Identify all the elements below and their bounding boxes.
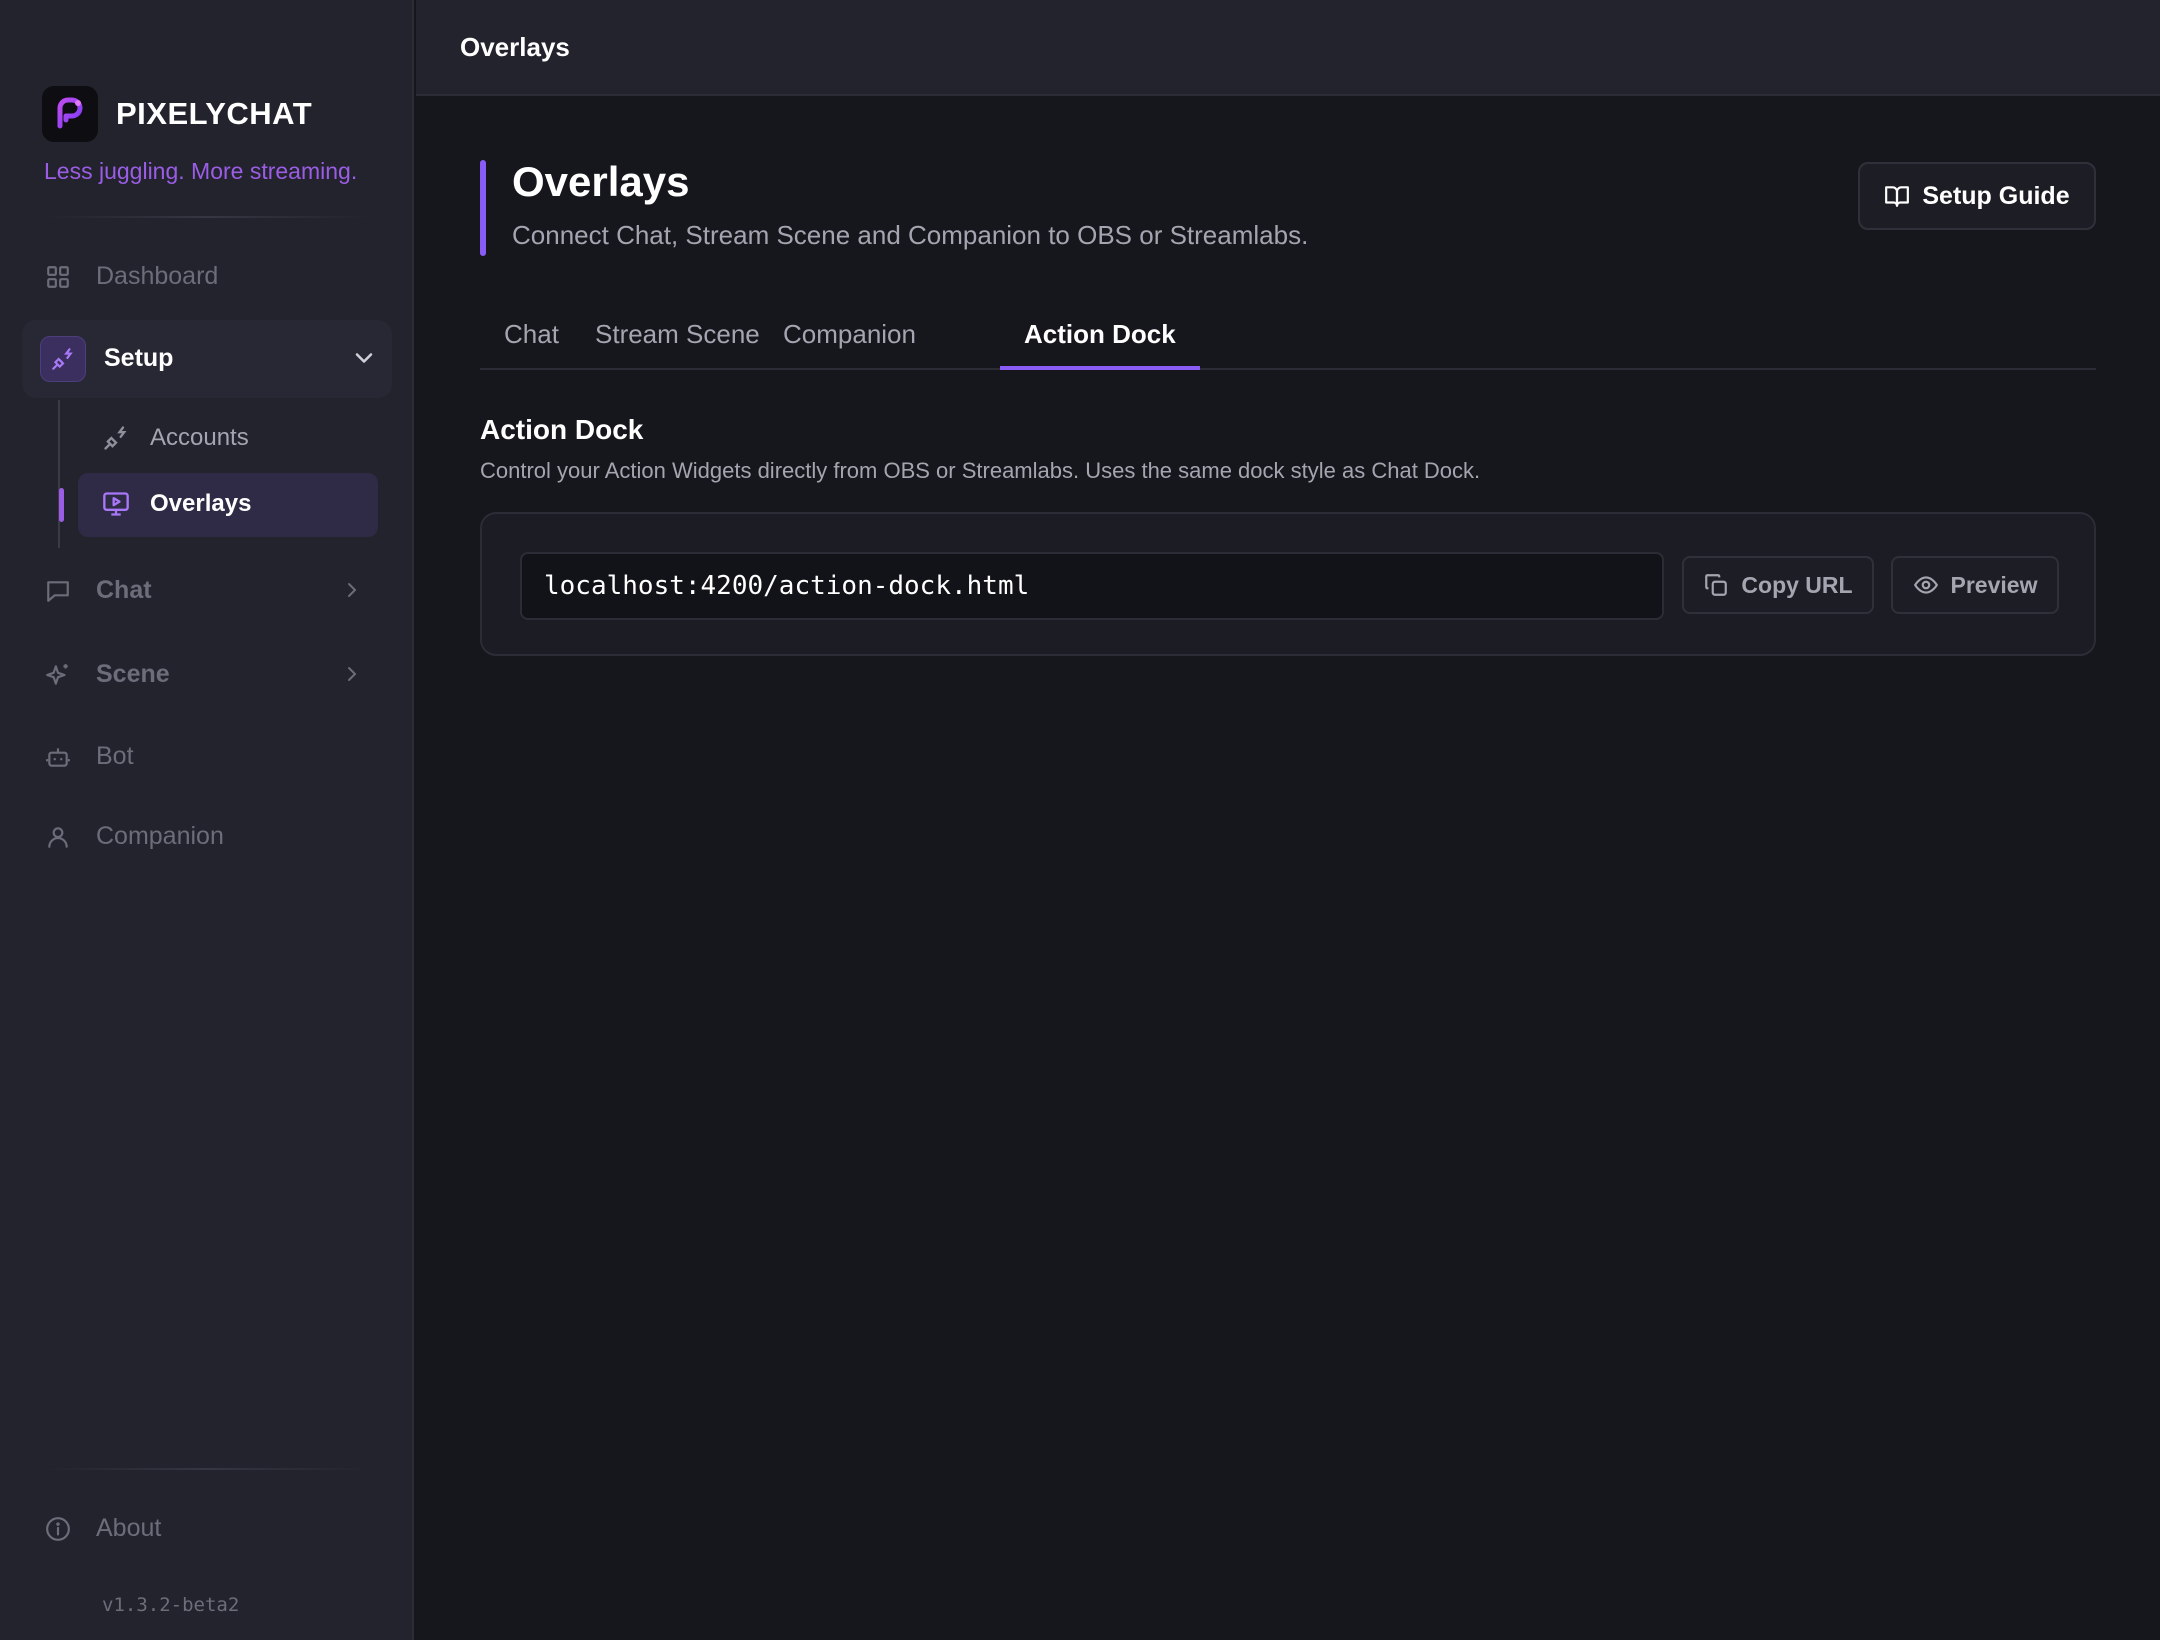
book-open-icon — [1884, 183, 1910, 209]
tab-bar: Chat Stream Scene Companion Action Dock — [480, 318, 2096, 370]
url-card: Copy URL Preview — [480, 512, 2096, 656]
tree-line — [58, 400, 60, 548]
sidebar-item-label: Accounts — [150, 424, 249, 451]
tab-action-dock[interactable]: Action Dock — [1000, 318, 1200, 370]
robot-icon — [44, 743, 72, 771]
info-icon — [44, 1515, 72, 1543]
sidebar-item-label: Companion — [96, 822, 224, 850]
sidebar-item-bot[interactable]: Bot — [44, 742, 134, 771]
app-name: PIXELYCHAT — [116, 96, 313, 131]
title-accent-bar — [480, 160, 486, 256]
tab-chat[interactable]: Chat — [480, 318, 583, 370]
chat-bubble-icon — [44, 577, 72, 605]
sidebar-item-label: Scene — [96, 660, 170, 688]
app-logo — [42, 86, 98, 142]
sidebar-item-label: Setup — [104, 344, 174, 372]
setup-guide-label: Setup Guide — [1922, 181, 2070, 210]
active-indicator — [59, 488, 64, 522]
app-version: v1.3.2-beta2 — [102, 1594, 240, 1616]
copy-url-label: Copy URL — [1741, 571, 1853, 598]
setup-guide-button[interactable]: Setup Guide — [1858, 162, 2096, 230]
sidebar-item-about[interactable]: About — [44, 1514, 161, 1543]
brand[interactable]: PIXELYCHAT — [42, 86, 312, 142]
preview-label: Preview — [1950, 571, 2038, 598]
sidebar-item-chat[interactable]: Chat — [44, 576, 152, 605]
sidebar: PIXELYCHAT Less juggling. More streaming… — [0, 0, 414, 1640]
sidebar-divider — [44, 1468, 370, 1470]
tab-companion[interactable]: Companion — [759, 318, 940, 370]
tab-stream-scene[interactable]: Stream Scene — [571, 318, 784, 370]
sidebar-item-accounts[interactable]: Accounts — [102, 424, 249, 452]
sidebar-item-label: Bot — [96, 742, 134, 770]
copy-url-button[interactable]: Copy URL — [1682, 556, 1874, 614]
dock-url-input[interactable] — [520, 552, 1664, 620]
copy-icon — [1703, 572, 1729, 598]
sidebar-item-dashboard[interactable]: Dashboard — [44, 262, 218, 291]
user-icon — [44, 823, 72, 851]
sidebar-item-setup[interactable]: Setup — [22, 320, 392, 398]
grid-icon — [44, 263, 72, 291]
plug-icon — [102, 424, 130, 452]
sidebar-item-scene[interactable]: Scene — [44, 660, 170, 689]
page-subtitle: Connect Chat, Stream Scene and Companion… — [512, 220, 1309, 250]
sidebar-item-companion[interactable]: Companion — [44, 822, 224, 851]
sidebar-item-label: Dashboard — [96, 262, 219, 290]
monitor-play-icon — [102, 490, 130, 518]
chevron-down-icon — [350, 344, 378, 377]
sidebar-item-label: Overlays — [150, 490, 252, 517]
chevron-right-icon — [340, 578, 364, 607]
sidebar-item-label: About — [96, 1514, 162, 1542]
sparkles-icon — [44, 661, 72, 689]
topbar-title: Overlays — [460, 32, 570, 62]
page-title: Overlays — [512, 158, 690, 205]
topbar: Overlays — [416, 0, 2160, 96]
sidebar-item-overlays-content[interactable]: Overlays — [102, 490, 251, 518]
section-title: Action Dock — [480, 414, 644, 445]
preview-button[interactable]: Preview — [1891, 556, 2059, 614]
sidebar-divider — [44, 216, 370, 218]
sidebar-item-label: Chat — [96, 576, 152, 604]
chevron-right-icon — [340, 662, 364, 691]
eye-icon — [1913, 572, 1939, 598]
section-description: Control your Action Widgets directly fro… — [480, 458, 1481, 483]
app-tagline: Less juggling. More streaming. — [44, 158, 358, 184]
plug-icon — [40, 336, 86, 382]
